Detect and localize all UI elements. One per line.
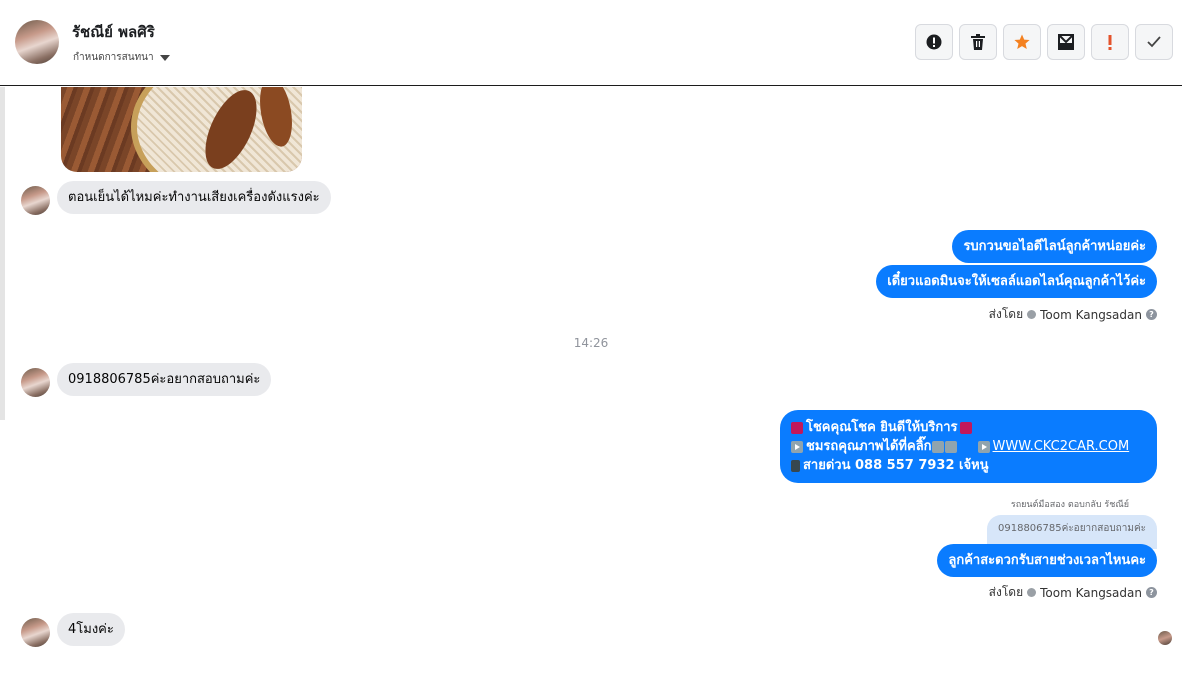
- sender-avatar[interactable]: [21, 186, 50, 215]
- phone-emoji-icon: [791, 459, 800, 472]
- time-separator: 14:26: [573, 336, 609, 350]
- report-icon: [926, 34, 942, 50]
- play-emoji-icon: [977, 440, 990, 453]
- incoming-message[interactable]: ตอนเย็นได้ไหมค่ะทำงานเสียงเครื่องดังแรงค…: [57, 181, 331, 214]
- conversation-header: รัชณีย์ พลศิริ กำหนดการสนทนา: [0, 0, 1182, 86]
- outgoing-promo-message[interactable]: โชคคุณโชค ยินดีให้บริการ ชมรถคุณภาพได้ที…: [780, 410, 1157, 483]
- seen-avatar: [1158, 631, 1172, 645]
- outgoing-message[interactable]: เดี๋ยวแอดมินจะให้เซลล์แอดไลน์คุณลูกค้าไว…: [876, 265, 1157, 298]
- conversation-menu-label: กำหนดการสนทนา: [73, 52, 154, 63]
- down-arrow-emoji-icon: [944, 440, 957, 453]
- contact-avatar[interactable]: [15, 20, 59, 64]
- sender-name[interactable]: Toom Kangsadan: [1040, 586, 1142, 600]
- sent-by-info: ส่งโดย Toom Kangsadan ?: [989, 305, 1157, 324]
- sender-avatar[interactable]: [21, 618, 50, 647]
- check-icon: [1147, 36, 1161, 48]
- shared-photo[interactable]: [61, 87, 302, 172]
- done-button[interactable]: [1135, 24, 1173, 60]
- heart-emoji-icon: [959, 421, 972, 434]
- verified-icon: [1027, 310, 1037, 319]
- promo-line-3: สายด่วน 088 557 7932 เจ้หนู: [803, 458, 989, 473]
- delete-button[interactable]: [959, 24, 997, 60]
- reply-note: รถยนต์มือสอง ตอบกลับ รัชณีย์: [1010, 500, 1129, 510]
- heart-emoji-icon: [791, 421, 803, 434]
- conversation-menu[interactable]: กำหนดการสนทนา: [73, 50, 170, 65]
- promo-line-2: ชมรถคุณภาพได้ที่คลิ๊ก: [806, 439, 932, 454]
- down-arrow-emoji-icon: [931, 440, 944, 453]
- action-toolbar: [915, 24, 1173, 60]
- mark-unread-button[interactable]: [1047, 24, 1085, 60]
- report-button[interactable]: [915, 24, 953, 60]
- sender-name[interactable]: Toom Kangsadan: [1040, 308, 1142, 322]
- incoming-message[interactable]: 4โมงค่ะ: [57, 613, 125, 646]
- promo-link[interactable]: WWW.CKC2CAR.COM: [993, 437, 1130, 456]
- promo-line-1: โชคคุณโชค ยินดีให้บริการ: [806, 420, 958, 435]
- star-button[interactable]: [1003, 24, 1041, 60]
- message-thread: ตอนเย็นได้ไหมค่ะทำงานเสียงเครื่องดังแรงค…: [0, 87, 1182, 676]
- help-icon[interactable]: ?: [1146, 309, 1157, 320]
- help-icon[interactable]: ?: [1146, 587, 1157, 598]
- play-emoji-icon: [791, 440, 803, 453]
- star-icon: [1014, 34, 1030, 49]
- important-button[interactable]: [1091, 24, 1129, 60]
- important-icon: [1108, 35, 1112, 50]
- contact-name[interactable]: รัชณีย์ พลศิริ: [72, 20, 155, 44]
- outgoing-message[interactable]: รบกวนขอไอดีไลน์ลูกค้าหน่อยค่ะ: [952, 230, 1157, 263]
- sent-by-info: ส่งโดย Toom Kangsadan ?: [989, 583, 1157, 602]
- verified-icon: [1027, 588, 1037, 597]
- sent-by-label: ส่งโดย: [988, 307, 1024, 321]
- incoming-message[interactable]: 0918806785ค่ะอยากสอบถามค่ะ: [57, 363, 272, 396]
- sent-by-label: ส่งโดย: [988, 585, 1024, 599]
- mark-unread-icon: [1058, 34, 1074, 50]
- caret-down-icon: [159, 54, 170, 61]
- outgoing-message[interactable]: ลูกค้าสะดวกรับสายช่วงเวลาไหนคะ: [937, 544, 1157, 577]
- trash-icon: [971, 34, 985, 50]
- sender-avatar[interactable]: [21, 368, 50, 397]
